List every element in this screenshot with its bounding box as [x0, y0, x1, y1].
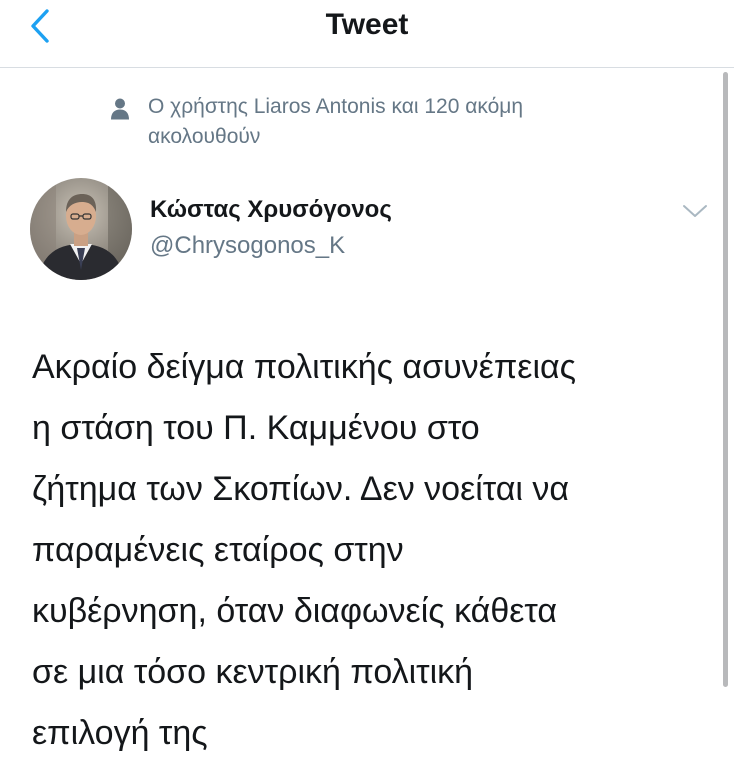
page-title: Tweet: [325, 8, 409, 41]
author-name[interactable]: Κώστας Χρυσόγονος: [150, 195, 392, 225]
person-icon: [111, 98, 129, 120]
chevron-down-icon: [683, 205, 707, 217]
scrollbar[interactable]: [723, 72, 728, 687]
avatar[interactable]: [30, 178, 132, 280]
tweet-menu-button[interactable]: [680, 198, 710, 224]
chevron-left-icon: [31, 9, 49, 43]
tweet-text: Ακραίο δείγμα πολιτικής ασυνέπειας η στά…: [32, 348, 577, 752]
social-context-text: Ο χρήστης Liaros Antonis και 120 ακόμη α…: [148, 95, 524, 148]
avatar-photo: [30, 178, 132, 280]
navigation-bar: Tweet: [0, 0, 734, 68]
back-button[interactable]: [20, 6, 60, 46]
author-handle[interactable]: @Chrysogonos_K: [150, 231, 345, 261]
